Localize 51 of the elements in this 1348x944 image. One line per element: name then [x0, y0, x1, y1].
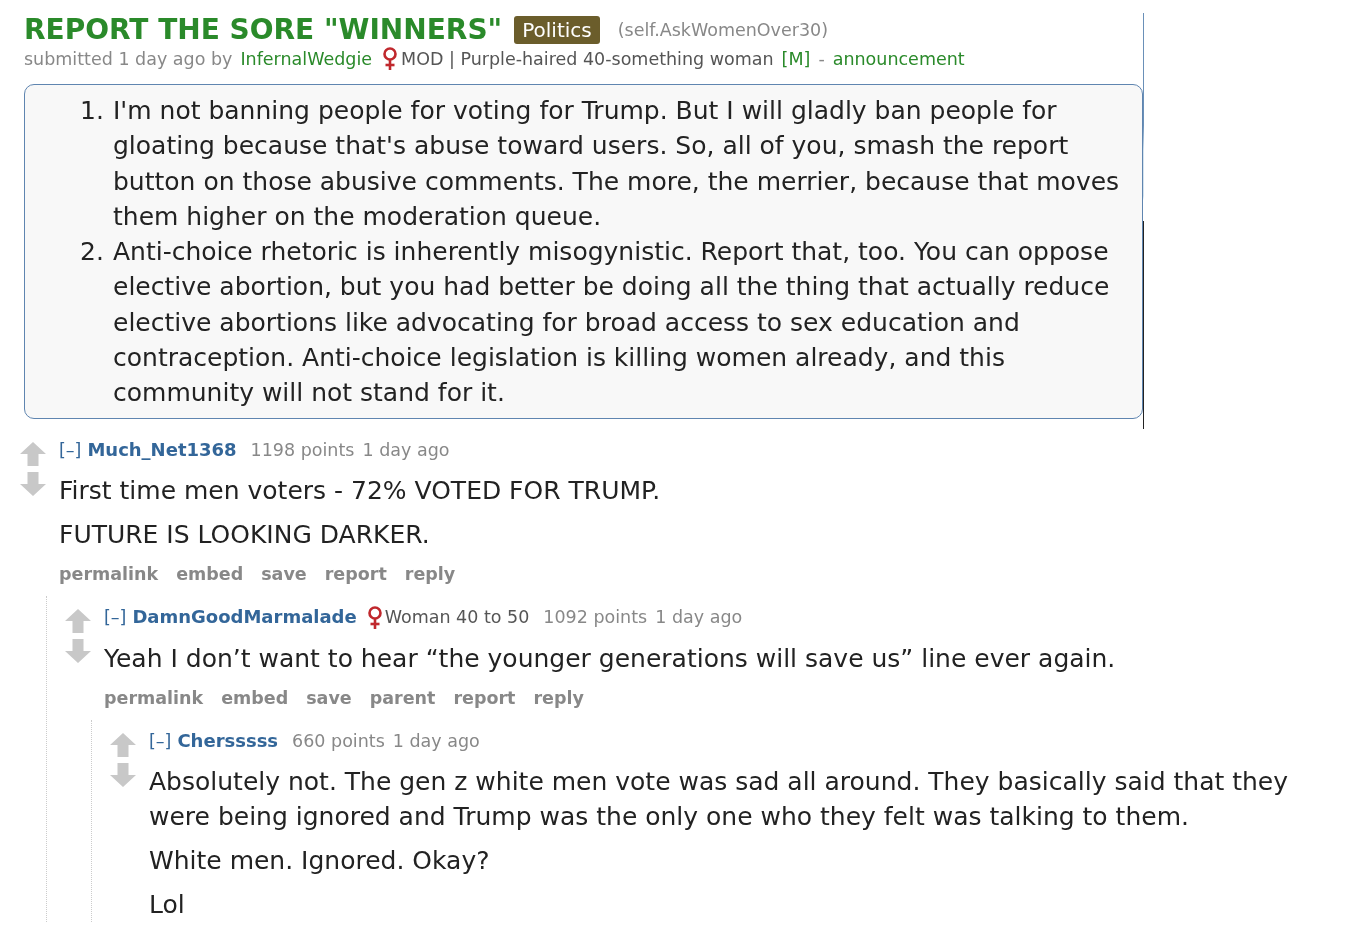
user-flair-text: MOD | Purple-haired 40-something woman — [401, 47, 774, 70]
collapse-toggle[interactable]: [–] — [149, 729, 172, 752]
separator-text: - — [818, 47, 825, 70]
score-text: 1198 points — [250, 438, 355, 461]
list-number: 1. — [80, 95, 105, 127]
comment-text: Lol — [149, 888, 186, 921]
downvote-arrow-icon[interactable] — [65, 638, 91, 663]
upvote-arrow-icon[interactable] — [20, 441, 46, 466]
timestamp-text: 1 day ago — [655, 606, 743, 629]
upvote-arrow-icon[interactable] — [65, 608, 91, 633]
comment-author-link[interactable]: Much_Net1368 — [87, 438, 237, 461]
comment-author-link[interactable]: DamnGoodMarmalade — [132, 606, 357, 629]
flair-tag: Politics — [514, 16, 600, 44]
comment-text: FUTURE IS LOOKING DARKER. — [59, 518, 431, 551]
downvote-arrow-icon[interactable] — [110, 762, 136, 787]
collapse-toggle[interactable]: [–] — [104, 606, 127, 629]
comment-action-link[interactable]: embed — [176, 562, 244, 585]
comment-text: White men. Ignored. Okay? — [149, 844, 491, 877]
comment-action-link[interactable]: parent — [369, 686, 436, 709]
downvote-arrow-icon[interactable] — [20, 471, 46, 496]
comment-action-link[interactable]: save — [261, 562, 307, 585]
female-symbol-icon — [382, 47, 399, 70]
comment-action-link[interactable]: report — [453, 686, 516, 709]
comment-text: First time men voters - 72% VOTED FOR TRUMP. — [59, 474, 662, 507]
user-flair-text: Woman 40 to 50 — [384, 606, 530, 629]
list-number: 2. — [80, 236, 105, 269]
timestamp-text: 1 day ago — [392, 729, 480, 752]
female-symbol-icon — [366, 605, 383, 629]
comment-action-link[interactable]: embed — [221, 686, 289, 709]
domain-link[interactable]: (self.AskWomenOver30) — [617, 16, 829, 44]
score-text: 1092 points — [543, 606, 648, 629]
author-link[interactable]: InfernalWedgie — [240, 47, 373, 70]
list-item-text: I'm not banning people for voting for Trump. But I will gladly ban people for gloating because that's abuse toward users. So, all of you, smash the report button on those abusive comments. The more, the merrier, because that moves them higher on the moderation queue. — [113, 95, 1121, 233]
collapse-toggle[interactable]: [–] — [59, 438, 82, 461]
upvote-arrow-icon[interactable] — [110, 732, 136, 757]
list-item-text: Anti-choice rhetoric is inherently misogynistic. Report that, too. You can oppose elective abortion, but you had better be doing all the thing that actually reduce elective abortions like advocating for broad access to sex education and contraception. Anti-choice legislation is killing women already, and this community will not stand for it. — [113, 236, 1111, 410]
comment-author-link[interactable]: Chersssss — [177, 729, 279, 752]
timestamp-text: 1 day ago — [362, 438, 450, 461]
comment-action-link[interactable]: report — [324, 562, 387, 585]
comment-text: Yeah I don’t want to hear “the younger generations will save us” line ever again. — [104, 642, 1117, 675]
comment-text: Absolutely not. The gen z white men vote was sad all around. They basically said that they were being ignored and Trump was the only one who they felt was talking to them. — [149, 765, 1290, 833]
comment-action-link[interactable]: reply — [533, 686, 584, 709]
submitted-text: submitted 1 day ago by — [24, 47, 233, 70]
moderator-tag-link[interactable]: [M] — [781, 47, 811, 70]
comment-action-link[interactable]: save — [306, 686, 352, 709]
comment-action-link[interactable]: reply — [404, 562, 456, 585]
comment-action-link[interactable]: permalink — [59, 562, 159, 585]
score-text: 660 points — [292, 729, 385, 752]
post-title[interactable]: REPORT THE SORE "WINNERS" — [24, 13, 503, 47]
comment-action-link[interactable]: permalink — [104, 686, 204, 709]
announcement-text: announcement — [832, 47, 965, 70]
